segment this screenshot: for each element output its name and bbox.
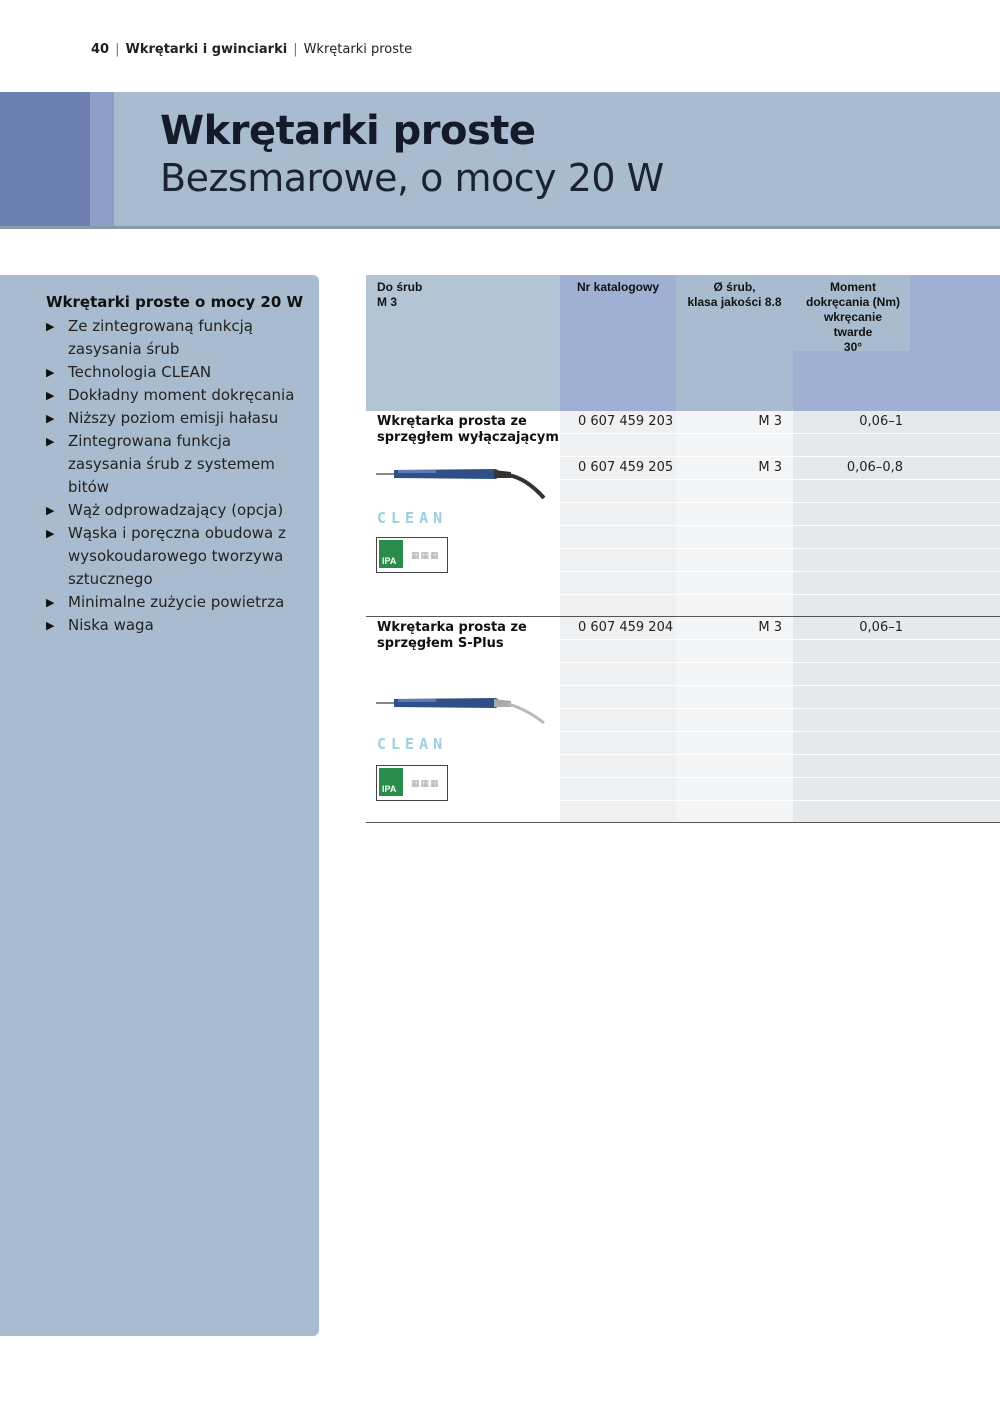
feature-item: ▶ Ze zintegrowaną funkcją zasysania śrub	[46, 317, 253, 358]
triangle-right-icon: ▶	[46, 435, 55, 448]
page-subtitle: Bezsmarowe, o mocy 20 W	[160, 156, 664, 200]
ipa-certification-badge: IPA ▦▦▦	[376, 765, 448, 801]
screwdriver-image	[376, 698, 545, 725]
triangle-right-icon: ▶	[46, 389, 55, 402]
ipa-certification-badge: IPA ▦▦▦	[376, 537, 448, 573]
feature-item: ▶ Niższy poziom emisji hałasu	[46, 407, 308, 430]
feature-item: ▶ Minimalne zużycie powietrza	[46, 591, 308, 614]
feature-item: ▶ Niska waga	[46, 614, 308, 637]
torque-range: 0,06–1	[859, 414, 903, 429]
feature-item: ▶ Dokładny moment dokręcania	[46, 384, 308, 407]
feature-sidebar: Wkrętarki proste o mocy 20 W ▶ Ze zintegr…	[0, 275, 319, 1336]
clean-logo: CLEAN	[377, 735, 448, 753]
triangle-right-icon: ▶	[46, 366, 55, 379]
header-torque: Moment dokręcania (Nm) wkręcanie twarde …	[793, 275, 1000, 411]
group-divider	[366, 616, 1000, 617]
header-catalog-number: Nr katalogowy	[560, 275, 676, 411]
feature-item: ▶ Zintegrowana funkcja zasysania śrub z s…	[46, 432, 275, 496]
torque-range: 0,06–1	[859, 620, 903, 635]
banner-accent-dark	[0, 92, 90, 228]
torque-range: 0,06–0,8	[846, 460, 903, 475]
triangle-right-icon: ▶	[46, 504, 55, 517]
feature-list: ▶ Ze zintegrowaną funkcją zasysania śrub …	[46, 315, 308, 637]
banner-accent-light	[90, 92, 114, 228]
screw-size: M 3	[758, 414, 782, 429]
screw-size: M 3	[758, 620, 782, 635]
triangle-right-icon: ▶	[46, 596, 55, 609]
breadcrumb: 40 | Wkrętarki i gwinciarki | Wkrętarki pros…	[91, 42, 413, 57]
sidebar-heading: Wkrętarki proste o mocy 20 W	[46, 293, 304, 311]
table-bottom-rule	[366, 822, 1000, 823]
clean-logo: CLEAN	[377, 509, 448, 527]
triangle-right-icon: ▶	[46, 619, 55, 632]
product-name: Wkrętarka prosta ze sprzęgłem wyłączając…	[377, 414, 559, 445]
catalog-number: 0 607 459 204	[578, 620, 674, 635]
triangle-right-icon: ▶	[46, 412, 55, 425]
header-screw-size: Do śrub M 3	[366, 275, 560, 411]
product-name: Wkrętarka prosta ze sprzęgłem S-Plus	[377, 620, 527, 651]
feature-item: ▶ Wąż odprowadzający (opcja)	[46, 499, 308, 522]
catalog-number: 0 607 459 203	[578, 414, 674, 429]
breadcrumb-section[interactable]: Wkrętarki i gwinciarki	[125, 42, 287, 57]
feature-item: ▶ Wąska i poręczna obudowa z wysokoudarow…	[46, 524, 286, 588]
breadcrumb-current: Wkrętarki proste	[303, 42, 413, 57]
banner-divider	[0, 226, 1000, 229]
screwdriver-image	[376, 469, 546, 500]
feature-item: ▶ Technologia CLEAN	[46, 361, 308, 384]
header-screw-diameter: Ø śrub, klasa jakości 8.8	[676, 275, 793, 411]
page-title: Wkrętarki proste	[160, 108, 536, 154]
screw-size: M 3	[758, 460, 782, 475]
catalog-number: 0 607 459 205	[578, 460, 674, 475]
triangle-right-icon: ▶	[46, 527, 55, 540]
triangle-right-icon: ▶	[46, 320, 55, 333]
page-number: 40	[91, 42, 110, 57]
